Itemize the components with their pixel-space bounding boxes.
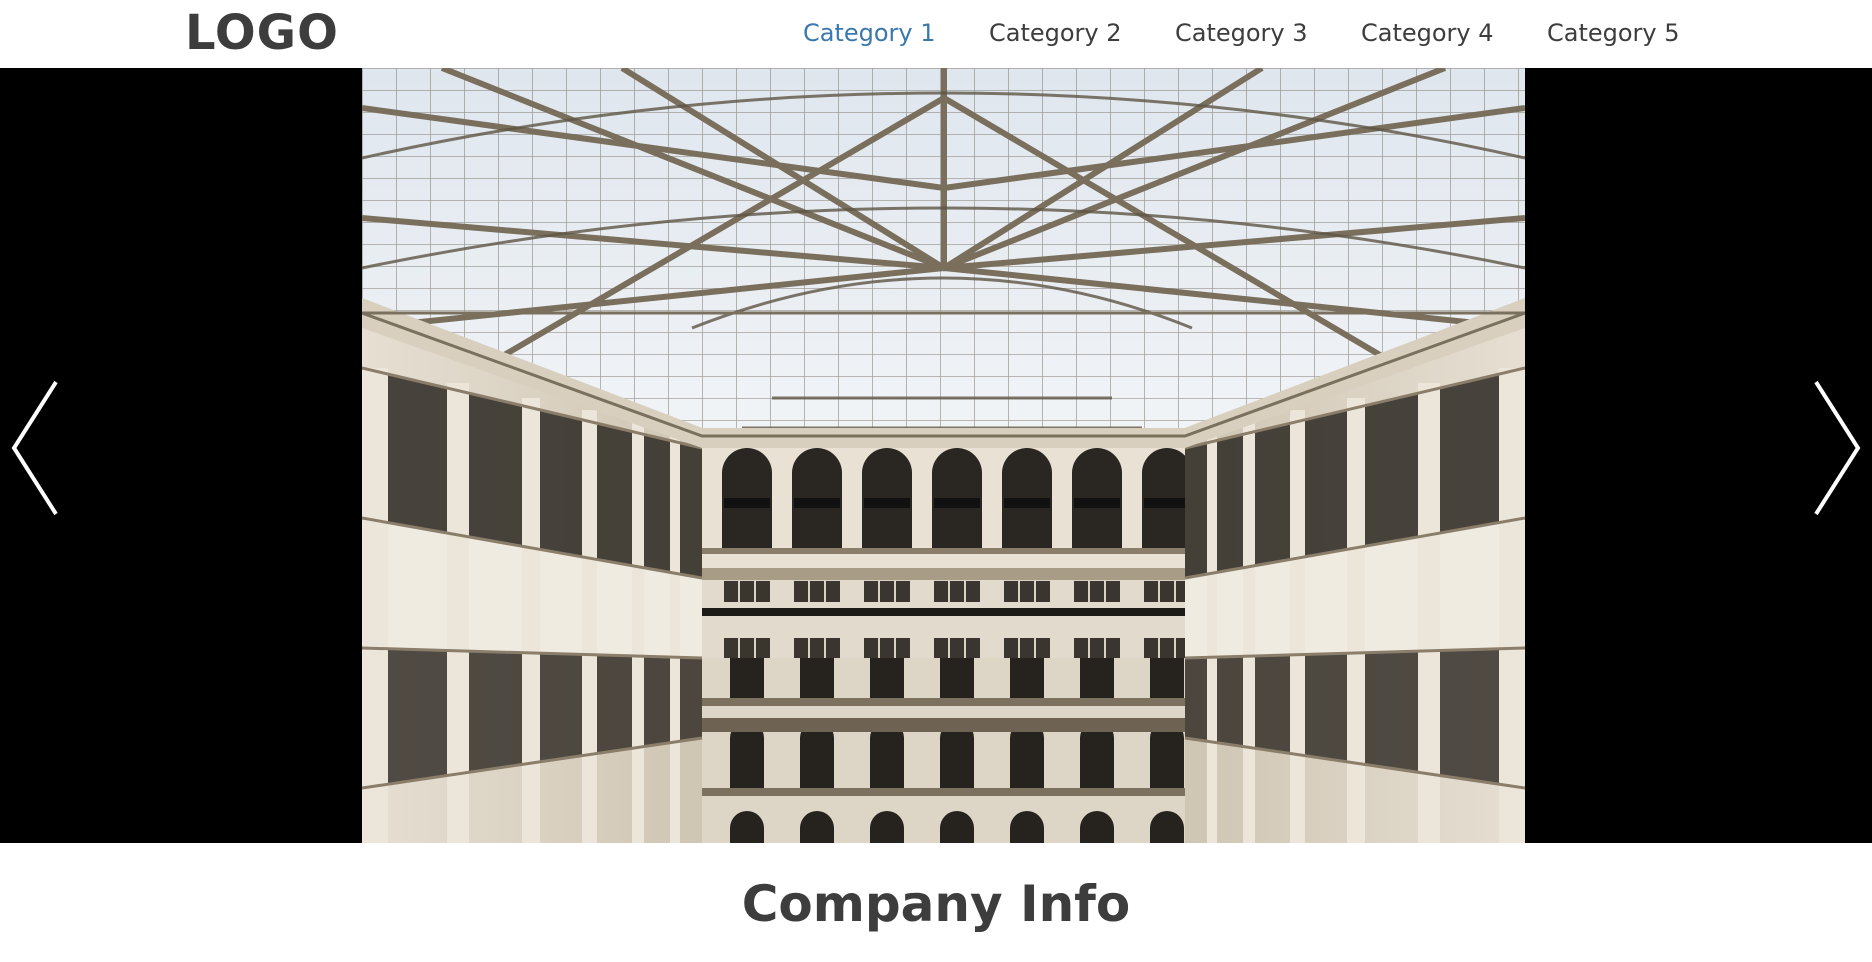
nav-category-4[interactable]: Category 4 [1361, 15, 1494, 51]
carousel-prev-button[interactable] [0, 378, 60, 518]
carousel-next-button[interactable] [1812, 378, 1872, 518]
nav-category-2[interactable]: Category 2 [989, 15, 1122, 51]
nav-category-5[interactable]: Category 5 [1547, 15, 1680, 51]
chevron-left-icon [11, 380, 58, 516]
image-carousel [0, 68, 1872, 843]
main-nav: Category 1 Category 2 Category 3 Categor… [0, 15, 1872, 51]
nav-category-1[interactable]: Category 1 [803, 15, 936, 51]
section-title: Company Info [741, 875, 1131, 933]
site-header: LOGO Category 1 Category 2 Category 3 Ca… [0, 0, 1872, 68]
nav-category-3[interactable]: Category 3 [1175, 15, 1308, 51]
chevron-right-icon [1814, 380, 1861, 516]
carousel-slide-image [362, 68, 1525, 843]
